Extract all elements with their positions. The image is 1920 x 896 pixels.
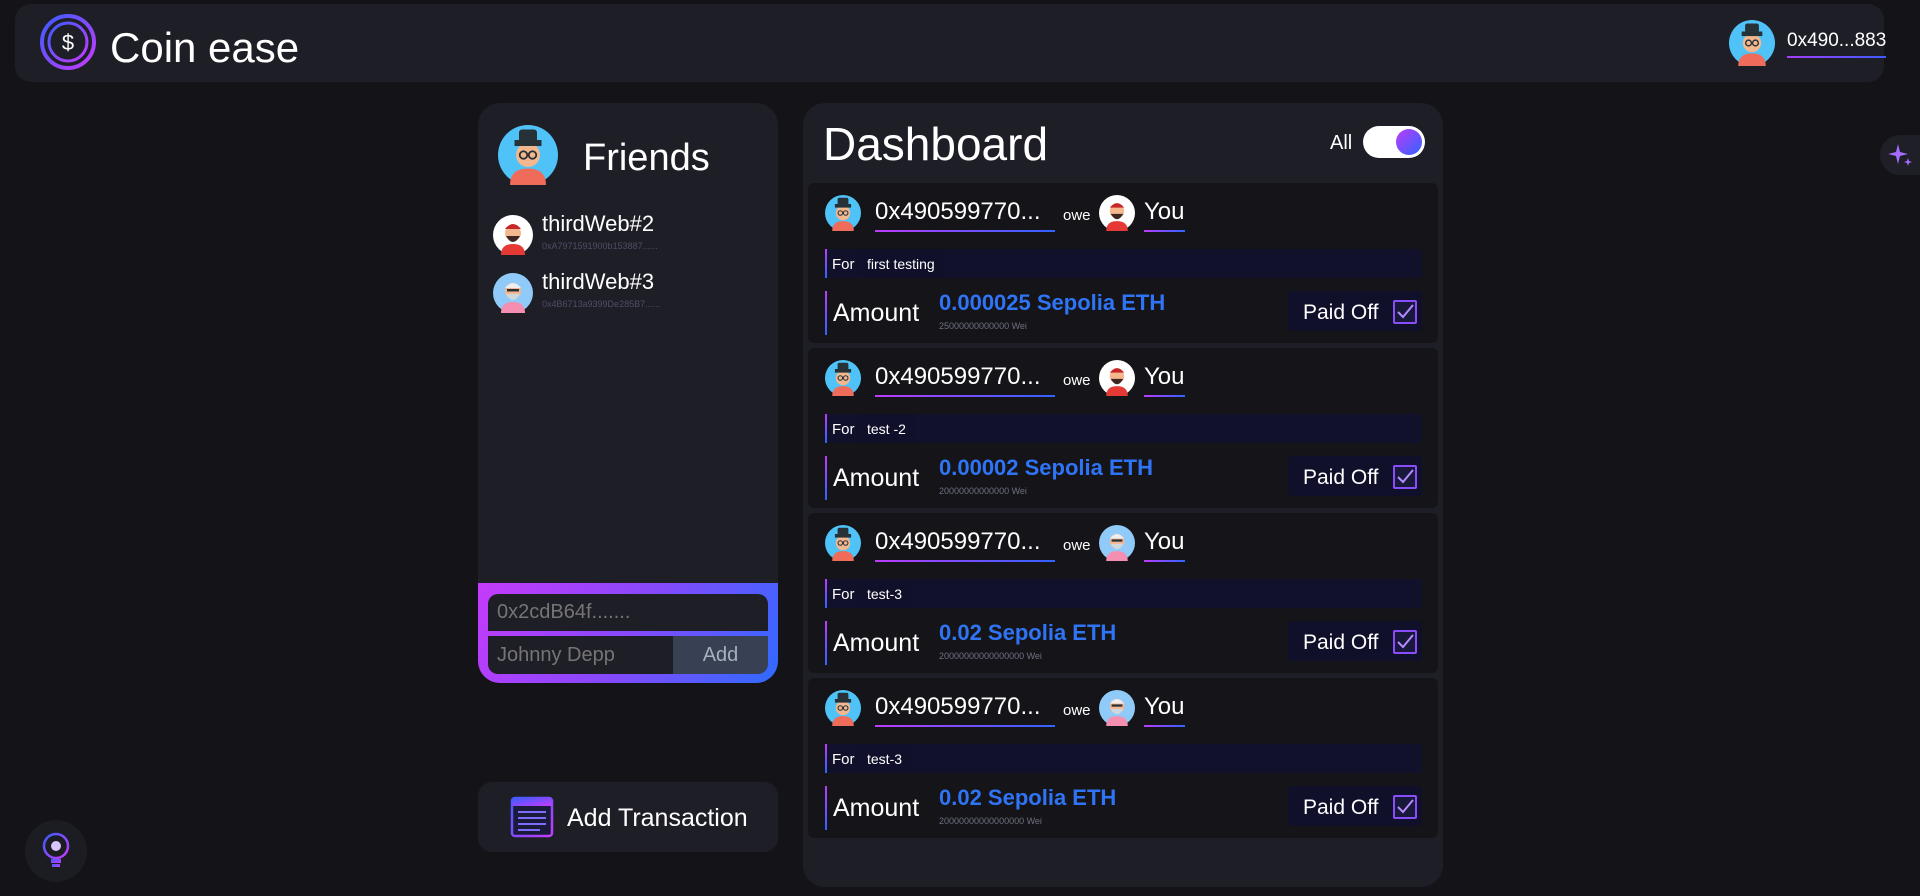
sparkle-button[interactable] xyxy=(1880,135,1920,175)
for-row: For test-3 xyxy=(825,579,1422,608)
from-address[interactable]: 0x490599770... xyxy=(875,528,1055,562)
to-name[interactable]: You xyxy=(1144,693,1185,727)
toggle-label: All xyxy=(1330,132,1353,154)
transaction-card: 0x490599770... owe You For test-3 Amount… xyxy=(808,513,1438,673)
amount-label: Amount xyxy=(833,464,920,492)
amount-eth: 0.02 Sepolia ETH xyxy=(939,620,1117,645)
friend-address: 0xA7971591900b153887...... xyxy=(542,241,658,251)
relation-text: owe xyxy=(1063,702,1091,719)
amount-label: Amount xyxy=(833,794,920,822)
transaction-card: 0x490599770... owe You For test-3 Amount… xyxy=(808,678,1438,838)
for-label: For xyxy=(832,256,855,273)
for-value: first testing xyxy=(858,249,944,278)
for-value: test-3 xyxy=(858,579,912,608)
svg-text:$: $ xyxy=(62,30,74,55)
toggle-knob xyxy=(1396,129,1422,155)
friend-address: 0x4B6713a9399De285B7...... xyxy=(542,299,661,309)
amount-eth: 0.00002 Sepolia ETH xyxy=(939,455,1153,480)
from-avatar xyxy=(825,360,861,396)
check-icon xyxy=(1393,300,1417,324)
add-transaction-button[interactable]: Add Transaction xyxy=(478,782,778,852)
for-row: For test -2 xyxy=(825,414,1422,443)
relation-text: owe xyxy=(1063,207,1091,224)
friends-avatar xyxy=(498,125,558,185)
to-name[interactable]: You xyxy=(1144,528,1185,562)
user-avatar[interactable] xyxy=(1729,20,1775,66)
paid-off-button[interactable]: Paid Off xyxy=(1288,621,1422,661)
from-address[interactable]: 0x490599770... xyxy=(875,693,1055,727)
dollar-coin-icon[interactable]: $ xyxy=(38,12,98,72)
friends-panel: Friends thirdWeb#2 0xA7971591900b153887.… xyxy=(478,103,778,683)
user-address[interactable]: 0x490...883 xyxy=(1787,30,1887,58)
for-row: For first testing xyxy=(825,249,1422,278)
relation-text: owe xyxy=(1063,372,1091,389)
amount-label: Amount xyxy=(833,629,920,657)
amount-wei: 20000000000000000 Wei xyxy=(939,651,1042,661)
to-name[interactable]: You xyxy=(1144,363,1185,397)
all-toggle[interactable] xyxy=(1363,126,1425,158)
paid-off-label: Paid Off xyxy=(1303,466,1379,489)
to-name[interactable]: You xyxy=(1144,198,1185,232)
add-friend-button[interactable]: Add xyxy=(673,636,768,674)
transaction-card: 0x490599770... owe You For test -2 Amoun… xyxy=(808,348,1438,508)
friend-address-input[interactable] xyxy=(488,594,768,631)
from-address[interactable]: 0x490599770... xyxy=(875,363,1055,397)
friend-name-input[interactable] xyxy=(488,636,673,674)
top-header: $ Coin ease 0x490...883 xyxy=(15,4,1887,82)
dashboard-title: Dashboard xyxy=(823,118,1049,170)
transaction-card: 0x490599770... owe You For first testing… xyxy=(808,183,1438,343)
add-friend-form: Add xyxy=(478,583,778,683)
for-label: For xyxy=(832,586,855,603)
for-label: For xyxy=(832,751,855,768)
friend-item[interactable]: thirdWeb#3 0x4B6713a9399De285B7...... xyxy=(493,269,763,319)
app-title: Coin ease xyxy=(110,24,300,71)
paid-off-label: Paid Off xyxy=(1303,631,1379,654)
friend-name: thirdWeb#2 xyxy=(542,211,655,236)
check-icon xyxy=(1393,630,1417,654)
for-row: For test-3 xyxy=(825,744,1422,773)
friend-name: thirdWeb#3 xyxy=(542,269,655,294)
check-icon xyxy=(1393,465,1417,489)
from-avatar xyxy=(825,195,861,231)
relation-text: owe xyxy=(1063,537,1091,554)
friend-item[interactable]: thirdWeb#2 0xA7971591900b153887...... xyxy=(493,211,763,261)
paid-off-button[interactable]: Paid Off xyxy=(1288,456,1422,496)
for-value: test -2 xyxy=(858,414,915,443)
from-avatar xyxy=(825,525,861,561)
amount-accent xyxy=(825,291,827,335)
to-avatar xyxy=(1099,195,1135,231)
friend-avatar xyxy=(493,273,533,313)
dashboard-panel: Dashboard All 0x490599770... owe You For… xyxy=(803,103,1443,887)
paid-off-label: Paid Off xyxy=(1303,796,1379,819)
to-avatar xyxy=(1099,690,1135,726)
paid-off-label: Paid Off xyxy=(1303,301,1379,324)
amount-label: Amount xyxy=(833,299,920,327)
amount-eth: 0.000025 Sepolia ETH xyxy=(939,290,1166,315)
amount-accent xyxy=(825,786,827,830)
add-transaction-label: Add Transaction xyxy=(567,804,748,832)
amount-accent xyxy=(825,456,827,500)
spreadsheet-icon xyxy=(510,796,554,838)
from-avatar xyxy=(825,690,861,726)
sparkle-icon xyxy=(1888,144,1912,166)
amount-accent xyxy=(825,621,827,665)
to-avatar xyxy=(1099,525,1135,561)
amount-wei: 20000000000000000 Wei xyxy=(939,816,1042,826)
amount-eth: 0.02 Sepolia ETH xyxy=(939,785,1117,810)
amount-wei: 25000000000000 Wei xyxy=(939,321,1027,331)
lightbulb-button[interactable] xyxy=(25,820,87,882)
for-value: test-3 xyxy=(858,744,912,773)
from-address[interactable]: 0x490599770... xyxy=(875,198,1055,232)
amount-wei: 20000000000000 Wei xyxy=(939,486,1027,496)
check-icon xyxy=(1393,795,1417,819)
for-label: For xyxy=(832,421,855,438)
friend-avatar xyxy=(493,215,533,255)
paid-off-button[interactable]: Paid Off xyxy=(1288,786,1422,826)
friends-title: Friends xyxy=(583,137,710,179)
paid-off-button[interactable]: Paid Off xyxy=(1288,291,1422,331)
lightbulb-icon xyxy=(42,832,70,867)
to-avatar xyxy=(1099,360,1135,396)
